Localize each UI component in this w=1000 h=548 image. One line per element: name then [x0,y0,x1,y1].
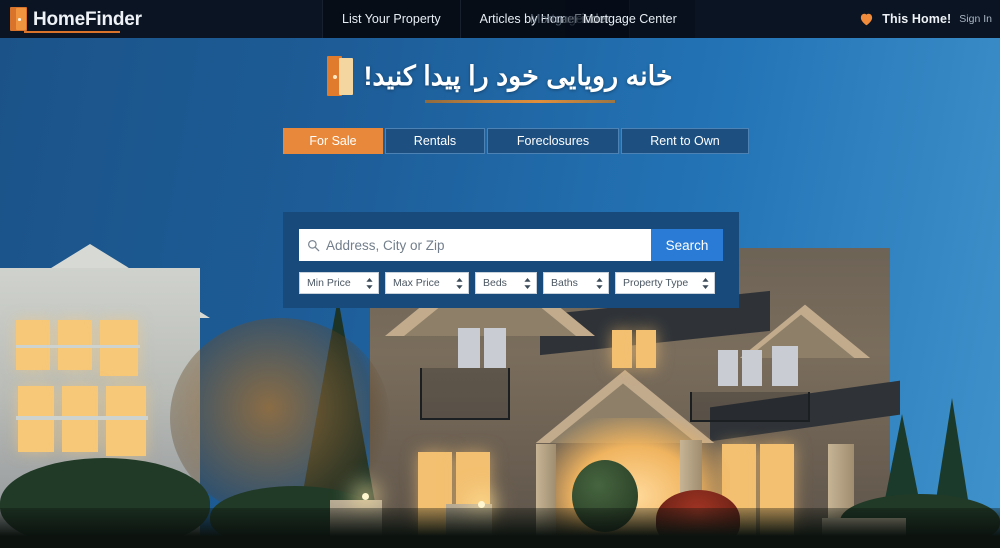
search-button[interactable]: Search [651,229,723,261]
open-door-icon [327,56,354,96]
search-icon [308,239,320,251]
hero-headline-row: خانه رویایی خود را پیدا کنید! [0,56,1000,96]
hero-headline: خانه رویایی خود را پیدا کنید! [363,60,673,91]
tab-label: For Sale [309,134,357,148]
chevron-updown-icon [456,277,463,289]
this-home-label[interactable]: This Home! [882,12,951,26]
filter-max-price[interactable]: Max Price [385,272,469,294]
filter-baths[interactable]: Baths [543,272,609,294]
filter-min-price[interactable]: Min Price [299,272,379,294]
site-header: HomeFinder List Your Property Articles b… [0,0,1000,38]
chevron-updown-icon [702,277,709,289]
header-right-actions: This Home! Sign In [859,0,992,38]
chevron-updown-icon [524,277,531,289]
search-filters: Min Price Max Price Beds Baths Property … [299,272,723,294]
heart-icon [861,13,873,26]
search-input-wrapper[interactable] [299,229,651,261]
filter-label: Min Price [307,277,351,289]
page-root: HomeFinder List Your Property Articles b… [0,0,1000,548]
tab-rentals[interactable]: Rentals [385,128,485,154]
headline-underline [425,100,615,103]
filter-label: Baths [551,277,578,289]
filter-label: Property Type [623,277,689,289]
logo-underline [24,31,120,33]
search-panel: Search Min Price Max Price [283,212,739,308]
nav-item-label: Mortgage Center [583,12,677,26]
tab-for-sale[interactable]: For Sale [283,128,383,154]
search-type-tabs: For Sale Rentals Foreclosures Rent to Ow… [283,128,749,154]
search-row: Search [299,229,723,261]
nav-item-list-your-property[interactable]: List Your Property [322,0,461,38]
open-door-icon [10,7,27,31]
tab-label: Rentals [413,134,457,148]
tab-foreclosures[interactable]: Foreclosures [487,128,619,154]
sign-in-link[interactable]: Sign In [959,13,992,25]
nav-item-label: List Your Property [342,12,441,26]
filter-label: Beds [483,277,507,289]
tab-rent-to-own[interactable]: Rent to Own [621,128,749,154]
hero-section: خانه رویایی خود را پیدا کنید! For Sale R… [0,38,1000,548]
chevron-updown-icon [596,277,603,289]
logo-text: HomeFinder [33,8,142,30]
search-input[interactable] [326,237,643,253]
tab-label: Rent to Own [650,134,720,148]
tab-label: Foreclosures [516,134,590,148]
filter-beds[interactable]: Beds [475,272,537,294]
filter-label: Max Price [393,277,440,289]
chevron-updown-icon [366,277,373,289]
nav-item-mortgage-center[interactable]: Mortgage Center [565,0,695,38]
filter-property-type[interactable]: Property Type [615,272,715,294]
